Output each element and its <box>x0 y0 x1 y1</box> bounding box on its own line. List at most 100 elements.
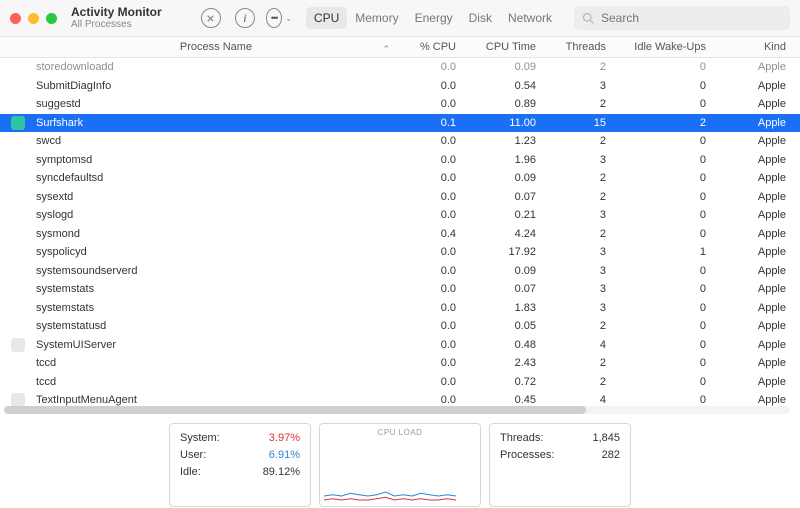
table-row[interactable]: sysmond0.44.2420Apple <box>0 225 800 244</box>
col-threads[interactable]: Threads <box>536 41 606 53</box>
stop-icon <box>206 14 215 23</box>
minimize-button[interactable] <box>28 13 39 24</box>
cpu-value: 0.0 <box>396 80 456 92</box>
table-row[interactable]: SubmitDiagInfo0.00.5430Apple <box>0 77 800 96</box>
close-button[interactable] <box>10 13 21 24</box>
cpu-time-value: 0.09 <box>456 61 536 73</box>
wake-value: 0 <box>606 191 706 203</box>
wake-value: 0 <box>606 172 706 184</box>
process-name: suggestd <box>36 98 396 110</box>
table-row[interactable]: swcd0.01.2320Apple <box>0 132 800 151</box>
threads-value: 4 <box>536 394 606 406</box>
table-row[interactable]: symptomsd0.01.9630Apple <box>0 151 800 170</box>
stop-process-button[interactable] <box>198 5 224 31</box>
counts-box: Threads:1,845 Processes:282 <box>489 423 631 507</box>
kind-value: Apple <box>706 228 800 240</box>
kind-value: Apple <box>706 98 800 110</box>
wake-value: 0 <box>606 283 706 295</box>
cpu-load-sparkline <box>324 464 456 504</box>
cpu-value: 0.0 <box>396 302 456 314</box>
info-button[interactable]: i <box>232 5 258 31</box>
threads-value: 3 <box>536 80 606 92</box>
table-row[interactable]: syspolicyd0.017.9231Apple <box>0 243 800 262</box>
scrollbar-thumb[interactable] <box>4 406 586 414</box>
table-row[interactable]: SystemUIServer0.00.4840Apple <box>0 336 800 355</box>
toolbar-buttons: i ••• ⌄ <box>194 5 292 31</box>
table-row[interactable]: suggestd0.00.8920Apple <box>0 95 800 114</box>
search-input[interactable] <box>599 10 782 26</box>
cpu-time-value: 4.24 <box>456 228 536 240</box>
kind-value: Apple <box>706 80 800 92</box>
table-row[interactable]: systemstats0.01.8330Apple <box>0 299 800 318</box>
threads-value: 2 <box>536 191 606 203</box>
table-row[interactable]: systemsoundserverd0.00.0930Apple <box>0 262 800 281</box>
sort-caret-icon: ⌃ <box>382 44 390 55</box>
process-name: sysextd <box>36 191 396 203</box>
process-icon <box>11 116 25 130</box>
kind-value: Apple <box>706 302 800 314</box>
cpu-value: 0.0 <box>396 61 456 73</box>
column-headers: Process Name⌃ % CPU CPU Time Threads Idl… <box>0 37 800 58</box>
process-table[interactable]: storedownloadd0.00.0920AppleSubmitDiagIn… <box>0 58 800 414</box>
table-row[interactable]: storedownloadd0.00.0920Apple <box>0 58 800 77</box>
cpu-value: 0.4 <box>396 228 456 240</box>
cpu-time-value: 2.43 <box>456 357 536 369</box>
process-name: symptomsd <box>36 154 396 166</box>
process-name: syspolicyd <box>36 246 396 258</box>
table-row[interactable]: systemstatusd0.00.0520Apple <box>0 317 800 336</box>
table-row[interactable]: Surfshark0.111.00152Apple <box>0 114 800 133</box>
kind-value: Apple <box>706 61 800 73</box>
col-kind[interactable]: Kind <box>706 41 800 53</box>
table-row[interactable]: tccd0.02.4320Apple <box>0 354 800 373</box>
cpu-time-value: 1.83 <box>456 302 536 314</box>
table-row[interactable]: tccd0.00.7220Apple <box>0 373 800 392</box>
col-process-name[interactable]: Process Name⌃ <box>36 41 396 53</box>
cpu-value: 0.0 <box>396 394 456 406</box>
col-cpu-time[interactable]: CPU Time <box>456 41 536 53</box>
kind-value: Apple <box>706 283 800 295</box>
table-row[interactable]: sysextd0.00.0720Apple <box>0 188 800 207</box>
cpu-time-value: 17.92 <box>456 246 536 258</box>
cpu-value: 0.1 <box>396 117 456 129</box>
table-row[interactable]: systemstats0.00.0730Apple <box>0 280 800 299</box>
threads-value: 2 <box>536 320 606 332</box>
tab-disk[interactable]: Disk <box>461 7 500 29</box>
tab-memory[interactable]: Memory <box>347 7 406 29</box>
cpu-value: 0.0 <box>396 191 456 203</box>
wake-value: 0 <box>606 376 706 388</box>
tab-energy[interactable]: Energy <box>407 7 461 29</box>
process-name: sysmond <box>36 228 396 240</box>
idle-label: Idle: <box>180 464 201 481</box>
process-name: systemsoundserverd <box>36 265 396 277</box>
table-row[interactable]: syslogd0.00.2130Apple <box>0 206 800 225</box>
process-icon <box>11 338 25 352</box>
col-cpu[interactable]: % CPU <box>396 41 456 53</box>
cpu-value: 0.0 <box>396 283 456 295</box>
horizontal-scrollbar[interactable] <box>4 406 790 414</box>
search-icon <box>582 12 594 24</box>
wake-value: 0 <box>606 154 706 166</box>
zoom-button[interactable] <box>46 13 57 24</box>
wake-value: 0 <box>606 320 706 332</box>
process-name: storedownloadd <box>36 61 396 73</box>
more-button[interactable]: ••• ⌄ <box>266 5 292 31</box>
cpu-time-value: 0.72 <box>456 376 536 388</box>
wake-value: 0 <box>606 339 706 351</box>
wake-value: 0 <box>606 357 706 369</box>
wake-value: 0 <box>606 80 706 92</box>
cpu-time-value: 0.09 <box>456 172 536 184</box>
wake-value: 0 <box>606 302 706 314</box>
window-controls <box>10 13 57 24</box>
cpu-load-chart: CPU LOAD <box>319 423 481 507</box>
kind-value: Apple <box>706 357 800 369</box>
search-field[interactable] <box>574 6 790 30</box>
wake-value: 0 <box>606 135 706 147</box>
user-label: User: <box>180 447 206 464</box>
threads-value: 4 <box>536 339 606 351</box>
tab-cpu[interactable]: CPU <box>306 7 347 29</box>
table-row[interactable]: syncdefaultsd0.00.0920Apple <box>0 169 800 188</box>
tab-network[interactable]: Network <box>500 7 560 29</box>
kind-value: Apple <box>706 265 800 277</box>
kind-value: Apple <box>706 154 800 166</box>
col-idle-wakeups[interactable]: Idle Wake-Ups <box>606 41 706 53</box>
